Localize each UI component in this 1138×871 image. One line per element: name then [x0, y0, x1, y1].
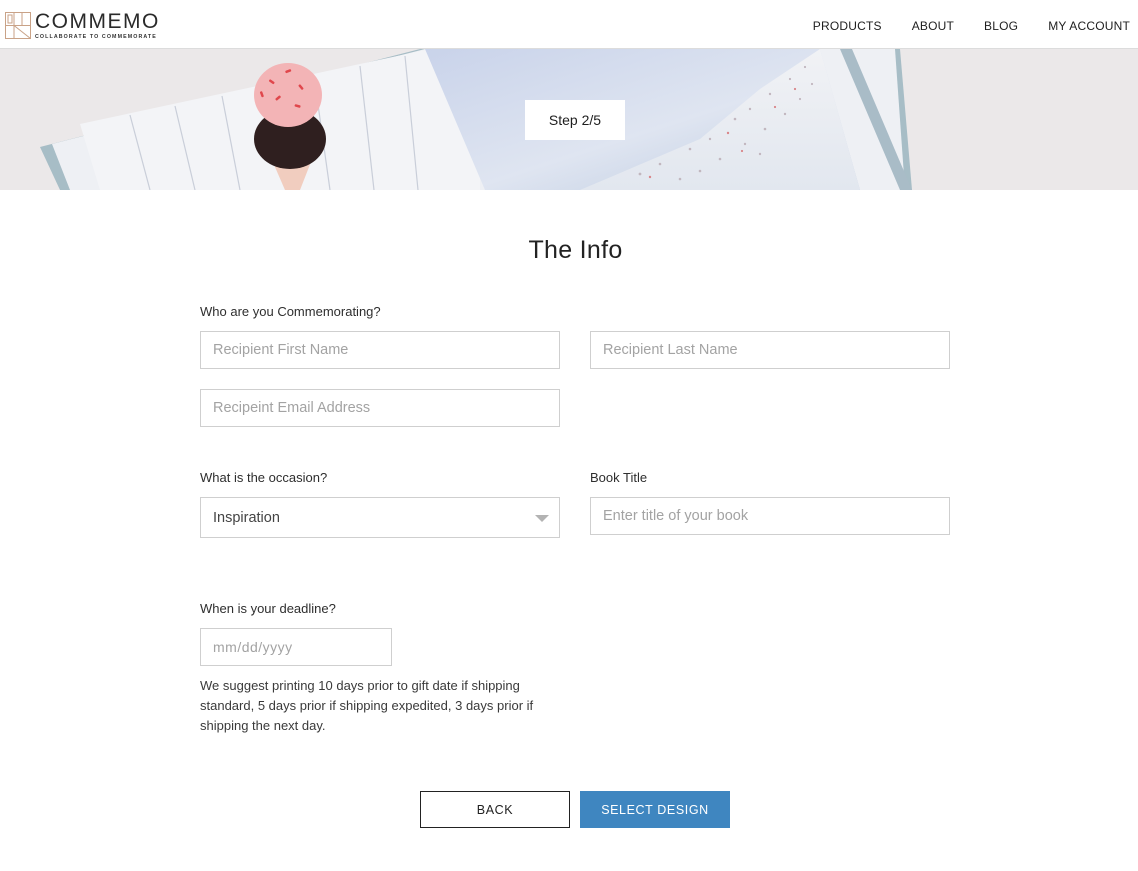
- step-indicator: Step 2/5: [525, 100, 625, 140]
- deadline-date-input[interactable]: [200, 628, 392, 666]
- logo-mark-icon: [5, 12, 31, 39]
- main-nav: PRODUCTS ABOUT BLOG MY ACCOUNT: [783, 19, 1130, 33]
- hero-banner: Step 2/5: [0, 49, 1138, 190]
- logo-tagline: COLLABORATE TO COMMEMORATE: [35, 34, 157, 40]
- recipient-last-name-input[interactable]: [590, 331, 950, 369]
- logo-text: COMMEMO COLLABORATE TO COMMEMORATE: [35, 10, 160, 41]
- brand-logo[interactable]: COMMEMO COLLABORATE TO COMMEMORATE: [5, 11, 160, 40]
- nav-item-about[interactable]: ABOUT: [912, 19, 954, 33]
- deadline-hint-text: We suggest printing 10 days prior to gif…: [200, 678, 534, 733]
- back-button[interactable]: BACK: [420, 791, 570, 828]
- logo-wordmark: COMMEMO: [35, 10, 160, 33]
- site-header: COMMEMO COLLABORATE TO COMMEMORATE PRODU…: [0, 0, 1138, 49]
- nav-item-products[interactable]: PRODUCTS: [813, 19, 882, 33]
- deadline-label: When is your deadline?: [200, 601, 336, 616]
- chevron-down-icon: [535, 515, 549, 522]
- recipient-email-input[interactable]: [200, 389, 560, 427]
- nav-item-my-account[interactable]: MY ACCOUNT: [1048, 19, 1130, 33]
- occasion-select[interactable]: Inspiration: [200, 497, 560, 538]
- select-design-button[interactable]: SELECT DESIGN: [580, 791, 730, 828]
- recipient-section-label: Who are you Commemorating?: [200, 304, 381, 319]
- book-title-label: Book Title: [590, 470, 648, 485]
- occasion-selected-value: Inspiration: [213, 509, 280, 526]
- occasion-label: What is the occasion?: [200, 470, 328, 485]
- recipient-first-name-input[interactable]: [200, 331, 560, 369]
- nav-item-blog[interactable]: BLOG: [984, 19, 1018, 33]
- book-title-input[interactable]: [590, 497, 950, 535]
- page-title: The Info: [528, 236, 623, 264]
